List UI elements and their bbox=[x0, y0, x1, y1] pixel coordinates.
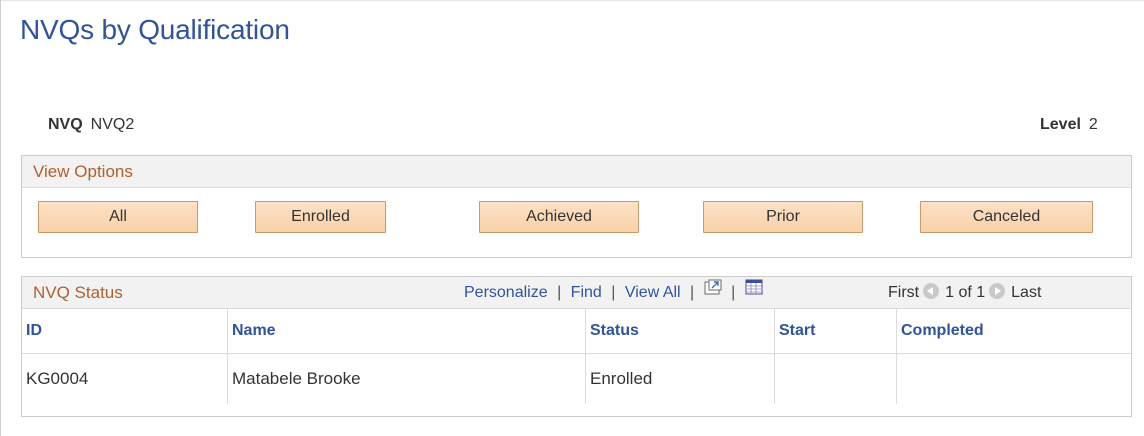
toolbar-separator: | bbox=[731, 284, 736, 301]
enrolled-button[interactable]: Enrolled bbox=[255, 201, 386, 233]
canceled-button[interactable]: Canceled bbox=[920, 201, 1093, 233]
download-icon[interactable] bbox=[745, 275, 763, 306]
prior-button[interactable]: Prior bbox=[703, 201, 863, 233]
cell-id: KG0004 bbox=[22, 353, 228, 404]
personalize-link[interactable]: Personalize bbox=[464, 284, 548, 301]
toolbar-separator: | bbox=[611, 284, 616, 301]
zoom-icon[interactable] bbox=[704, 275, 722, 306]
view-options-panel: View Options All Enrolled Achieved Prior… bbox=[21, 155, 1132, 258]
level-label: Level bbox=[1040, 116, 1081, 133]
column-header-status[interactable]: Status bbox=[585, 309, 775, 354]
cell-name: Matabele Brooke bbox=[227, 353, 586, 404]
grid-pagination: First 1 of 1 Last bbox=[888, 277, 1041, 308]
nvq-value: NVQ2 bbox=[90, 116, 135, 133]
column-header-completed[interactable]: Completed bbox=[896, 309, 1131, 354]
cell-status: Enrolled bbox=[585, 353, 775, 404]
arrow-left-icon[interactable] bbox=[923, 282, 940, 299]
toolbar-separator: | bbox=[557, 284, 562, 301]
first-label: First bbox=[888, 284, 920, 301]
nvq-status-title: NVQ Status bbox=[33, 283, 123, 302]
achieved-button[interactable]: Achieved bbox=[479, 201, 639, 233]
view-options-title: View Options bbox=[22, 156, 1131, 188]
last-label: Last bbox=[1011, 284, 1042, 301]
view-all-link[interactable]: View All bbox=[625, 284, 681, 301]
table-header-row: ID Name Status Start Completed bbox=[22, 309, 1131, 354]
level-value: 2 bbox=[1088, 116, 1098, 133]
level-field: Level 2 bbox=[1040, 116, 1098, 134]
page-range: 1 of 1 bbox=[945, 284, 986, 301]
nvq-label: NVQ bbox=[48, 116, 83, 133]
cell-completed bbox=[896, 353, 1131, 404]
frame-left-border bbox=[0, 0, 1, 436]
toolbar-separator: | bbox=[690, 284, 695, 301]
nvq-field: NVQ NVQ2 bbox=[48, 116, 134, 134]
nvq-status-table: ID Name Status Start Completed KG0004 Ma… bbox=[22, 309, 1131, 404]
page-title: NVQs by Qualification bbox=[20, 14, 290, 45]
grid-toolbar: Personalize | Find | View All | | bbox=[464, 277, 763, 308]
find-link[interactable]: Find bbox=[571, 284, 602, 301]
frame-top-border bbox=[0, 0, 1144, 1]
table-row: KG0004 Matabele Brooke Enrolled bbox=[22, 353, 1131, 404]
arrow-right-icon[interactable] bbox=[989, 282, 1006, 299]
nvq-status-grid: NVQ Status Personalize | Find | View All… bbox=[21, 276, 1132, 417]
all-button[interactable]: All bbox=[38, 201, 198, 233]
column-header-id[interactable]: ID bbox=[22, 309, 228, 354]
cell-start bbox=[774, 353, 897, 404]
column-header-start[interactable]: Start bbox=[774, 309, 897, 354]
column-header-name[interactable]: Name bbox=[227, 309, 586, 354]
